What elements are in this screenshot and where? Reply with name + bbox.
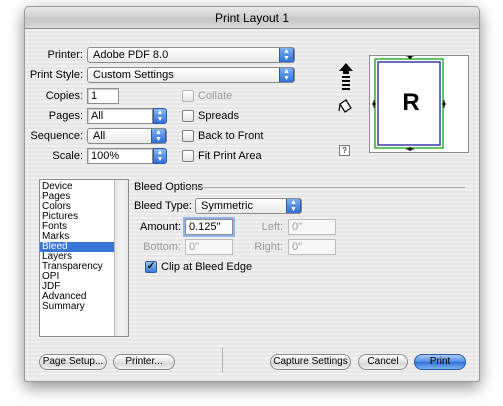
copies-label: Copies:: [45, 90, 83, 102]
back-to-front-label: Back to Front: [198, 130, 264, 142]
collate-checkbox[interactable]: [182, 90, 194, 102]
scale-field[interactable]: 100%: [87, 148, 153, 164]
button-divider: [222, 347, 223, 373]
scale-combo-button[interactable]: ▲ ▼: [153, 148, 167, 164]
cancel-button[interactable]: Cancel: [358, 354, 408, 370]
orientation-arrow-icon[interactable]: [339, 63, 353, 93]
bottom-field[interactable]: 0": [185, 239, 233, 255]
left-label: Left:: [261, 221, 283, 233]
bleed-type-popup[interactable]: Symmetric ▲ ▼: [195, 198, 302, 214]
group-divider: [186, 187, 465, 188]
printer-label: Printer:: [47, 49, 83, 61]
right-label: Right:: [254, 241, 283, 253]
print-layout-dialog: Print Layout 1 Printer: Adobe PDF 8.0 ▲ ▼…: [24, 6, 480, 382]
preview-letter: R: [402, 89, 420, 116]
fit-print-area-label: Fit Print Area: [198, 150, 262, 162]
help-button[interactable]: ?: [339, 145, 350, 156]
collate-label: Collate: [198, 90, 233, 102]
settings-category-list[interactable]: Device Pages Colors Pictures Fonts Marks…: [39, 179, 129, 337]
printer-popup[interactable]: Adobe PDF 8.0 ▲ ▼: [87, 47, 295, 63]
printer-value: Adobe PDF 8.0: [93, 49, 169, 61]
popup-arrows-icon: ▲ ▼: [151, 129, 166, 143]
clip-at-bleed-edge-checkbox[interactable]: ✓: [145, 261, 157, 273]
sequence-value: All: [93, 130, 106, 142]
popup-arrows-icon: ▲ ▼: [286, 199, 301, 213]
amount-field[interactable]: 0.125": [185, 219, 233, 235]
pages-field[interactable]: All: [87, 108, 153, 124]
bottom-label: Bottom:: [143, 241, 181, 253]
bleed-type-label: Bleed Type:: [134, 200, 192, 212]
right-field[interactable]: 0": [288, 239, 336, 255]
print-style-popup[interactable]: Custom Settings ▲ ▼: [87, 67, 295, 83]
print-button[interactable]: Print: [414, 354, 466, 370]
page-flip-icon[interactable]: [337, 99, 353, 115]
fit-print-area-checkbox[interactable]: [182, 150, 194, 162]
spreads-label: Spreads: [198, 110, 239, 122]
back-to-front-checkbox[interactable]: [182, 130, 194, 142]
pages-combo-button[interactable]: ▲ ▼: [153, 108, 167, 124]
bleed-type-value: Symmetric: [201, 200, 253, 212]
clip-at-bleed-edge-label: Clip at Bleed Edge: [161, 261, 253, 273]
popup-arrows-icon: ▲ ▼: [279, 48, 294, 62]
dialog-body: Printer: Adobe PDF 8.0 ▲ ▼ Print Style: C…: [25, 29, 479, 381]
sequence-popup[interactable]: All ▲ ▼: [87, 128, 167, 144]
pages-label: Pages:: [48, 110, 83, 122]
capture-settings-button[interactable]: Capture Settings: [270, 354, 351, 370]
print-style-value: Custom Settings: [93, 69, 174, 81]
bleed-options-group: Bleed Options Bleed Type: Symmetric ▲ ▼ A…: [134, 181, 465, 337]
spreads-checkbox[interactable]: [182, 110, 194, 122]
list-scrollbar[interactable]: [114, 180, 128, 336]
page-preview: R: [369, 55, 469, 153]
amount-label: Amount:: [140, 221, 181, 233]
print-style-label: Print Style:: [29, 69, 83, 81]
copies-field[interactable]: 1: [87, 88, 119, 104]
popup-arrows-icon: ▲ ▼: [279, 68, 294, 82]
page-setup-button[interactable]: Page Setup...: [39, 354, 107, 370]
sequence-label: Sequence:: [30, 130, 83, 142]
scale-label: Scale:: [52, 150, 83, 162]
printer-button[interactable]: Printer...: [113, 354, 175, 370]
window-title: Print Layout 1: [25, 7, 479, 29]
left-field[interactable]: 0": [288, 219, 336, 235]
